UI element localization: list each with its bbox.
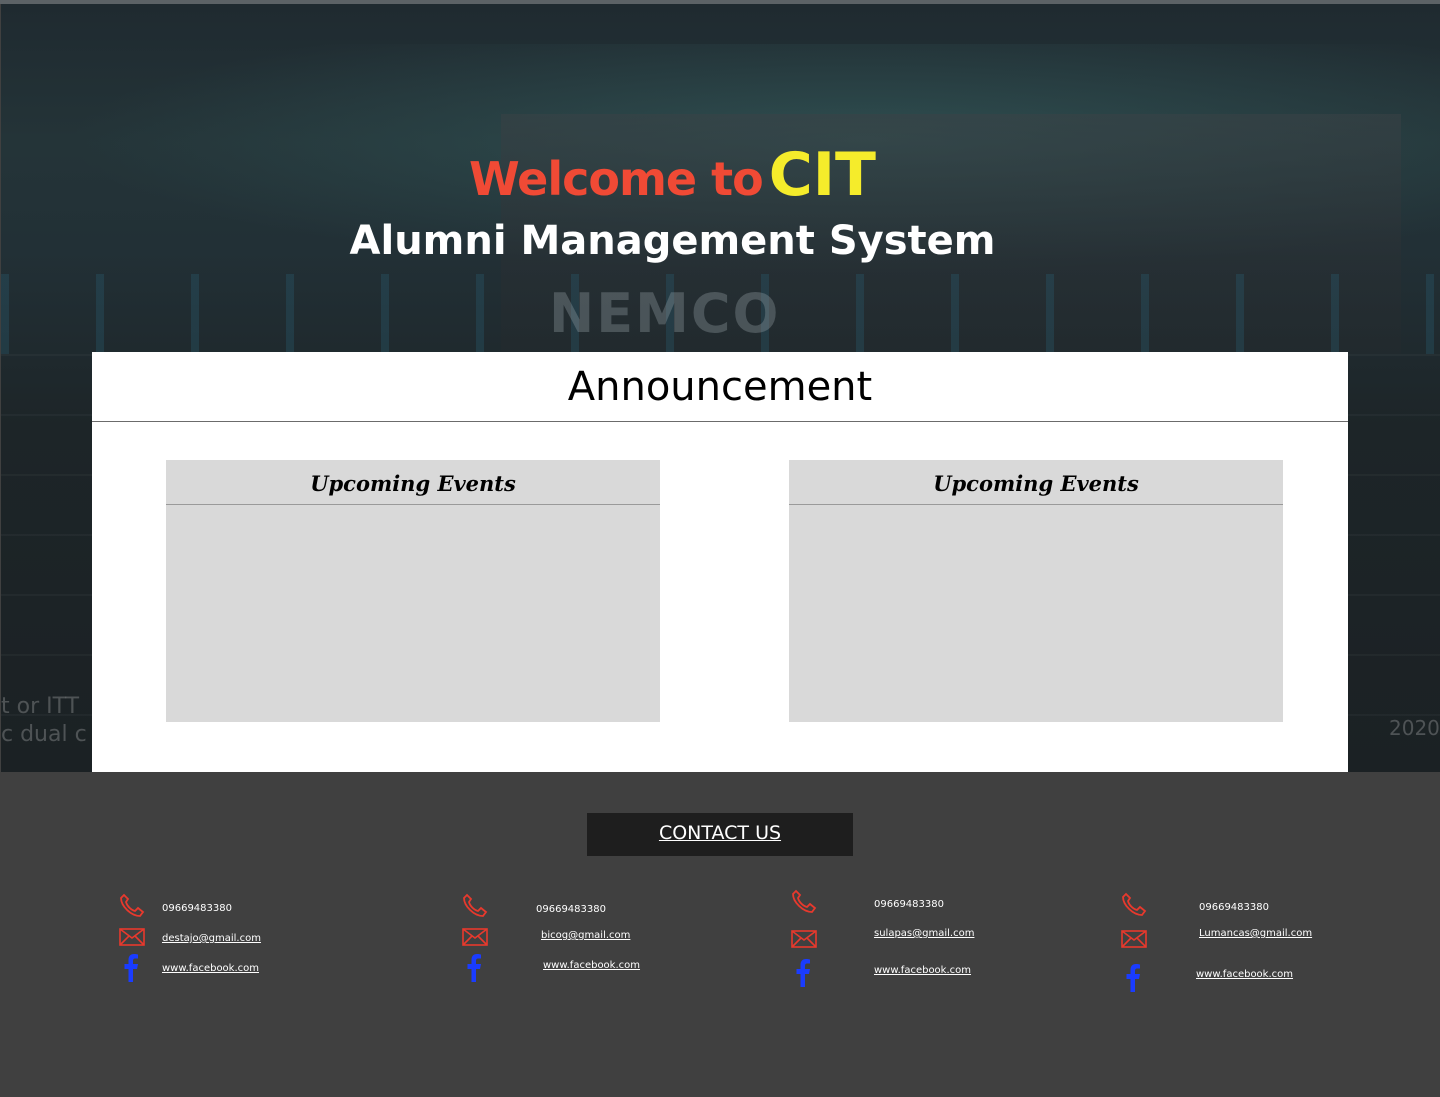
phone-icon [1122,892,1147,916]
facebook-icon [467,954,481,982]
events-card-title: Upcoming Events [789,460,1283,505]
contact-phone: 09669483380 [536,904,606,915]
phone-icon [792,889,817,913]
page-subtitle: Alumni Management System [349,218,996,264]
contact-facebook-link[interactable]: www.facebook.com [1196,969,1293,980]
facebook-icon [796,959,810,987]
contact-email-link[interactable]: sulapas@gmail.com [874,928,974,939]
contact-phone: 09669483380 [162,903,232,914]
events-card: Upcoming Events [789,460,1283,722]
contact-phone: 09669483380 [874,899,944,910]
mail-icon [462,928,488,946]
welcome-text: Welcome to [469,152,764,206]
events-card-title: Upcoming Events [166,460,660,505]
mail-icon [1121,930,1147,948]
hero-bg-text-2: c dual c [1,722,87,747]
contact-facebook-link[interactable]: www.facebook.com [874,965,971,976]
announcement-panel: Announcement Upcoming Events Upcoming Ev… [92,352,1348,772]
announcement-title: Announcement [92,352,1348,422]
brand-text: CIT [768,140,876,210]
welcome-heading: Welcome to CIT [0,140,1345,210]
contact-facebook-link[interactable]: www.facebook.com [162,963,259,974]
hero-bg-text-1: t or ITT [1,694,80,719]
hero-watermark: NEMCO [549,282,781,345]
contact-email-link[interactable]: Lumancas@gmail.com [1199,928,1312,939]
facebook-icon [124,954,138,982]
phone-icon [120,893,145,917]
contact-facebook-link[interactable]: www.facebook.com [543,960,640,971]
facebook-icon [1126,964,1140,992]
mail-icon [791,930,817,948]
mail-icon [119,928,145,946]
contact-us-button[interactable]: CONTACT US [587,813,853,856]
contact-email-link[interactable]: bicog@gmail.com [541,930,630,941]
events-card: Upcoming Events [166,460,660,722]
contact-email-link[interactable]: destajo@gmail.com [162,933,261,944]
phone-icon [463,893,488,917]
contact-phone: 09669483380 [1199,902,1269,913]
hero-bg-year: 2020 [1389,716,1440,740]
